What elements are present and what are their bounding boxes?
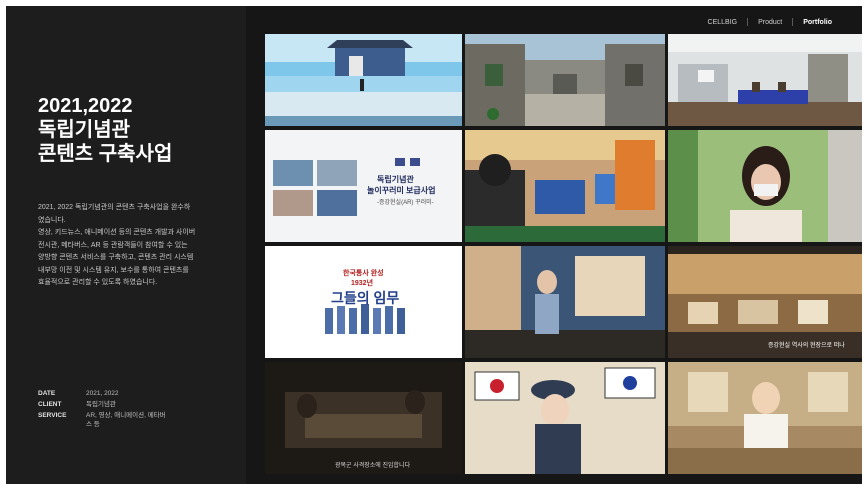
meta-row-date: DATE 2021, 2022 (38, 389, 166, 398)
description-line: 였습니다. (38, 216, 66, 224)
portfolio-slide: 2021,2022 독립기념관 콘텐츠 구축사업 2021, 2022 독립기념… (6, 6, 862, 484)
ar-kit-subtitle: -증강현실(AR) 꾸러미- (377, 200, 434, 206)
exhibition-caption: 증강현실 역사의 현장으로 떠나 (768, 343, 845, 349)
gallery-image-interview-girl[interactable] (668, 130, 862, 242)
ar-kit-title-2: 놀이꾸러미 보급사업 (367, 186, 436, 195)
nav-item-cellbig[interactable]: CELLBIG (698, 19, 748, 26)
meta-value: AR, 영상, 애니메이션, 메타버스 등 (86, 412, 166, 428)
gallery-image-metaverse-room[interactable] (668, 34, 862, 126)
description-line: 내부망 이전 및 시스템 유지, 보수를 통하여 콘텐츠를 (38, 266, 189, 274)
gallery-image-ar-kit-slide[interactable]: 독립기념관 놀이꾸러미 보급사업 -증강현실(AR) 꾸러미- (265, 130, 462, 242)
meeting-caption: 광복군 사격장소에 진입합니다 (335, 463, 411, 469)
project-info-panel: 2021,2022 독립기념관 콘텐츠 구축사업 2021, 2022 독립기념… (6, 6, 246, 484)
meta-row-service: SERVICE AR, 영상, 애니메이션, 메타버스 등 (38, 411, 166, 429)
project-meta: DATE 2021, 2022 CLIENT 독립기념관 SERVICE AR,… (38, 389, 166, 431)
project-title-line: 2021,2022 (38, 95, 133, 117)
meta-key: DATE (38, 390, 56, 397)
meta-value: 2021, 2022 (86, 390, 119, 397)
gallery-image-museum-presenter[interactable] (465, 246, 665, 358)
description-line: 2021, 2022 독립기념관의 콘텐츠 구축사업을 완수하 (38, 204, 191, 211)
gallery-image-metaverse-street[interactable] (465, 34, 665, 126)
meta-row-client: CLIENT 독립기념관 (38, 400, 166, 409)
nav-item-portfolio[interactable]: Portfolio (793, 19, 842, 26)
book-big-title: 그들의 임무 (331, 290, 400, 306)
description-line: 효율적으로 관리할 수 있도록 하였습니다. (38, 279, 158, 286)
gallery-image-illustration-portrait[interactable] (668, 362, 862, 474)
gallery-image-book-cover[interactable]: 한국통사 완성 1932년 그들의 임무 (265, 246, 462, 358)
gallery-image-illustration-flags[interactable] (465, 362, 665, 474)
gallery-image-metaverse-courtyard[interactable] (265, 34, 462, 126)
meta-key: CLIENT (38, 401, 62, 408)
top-nav: CELLBIG Product Portfolio (698, 18, 842, 26)
meta-value: 독립기념관 (86, 401, 116, 408)
ar-kit-title-1: 독립기념관 (377, 175, 414, 184)
project-title-line: 콘텐츠 구축사업 (38, 143, 173, 165)
description-line: 양방향 콘텐츠 서비스를 구축하고, 콘텐츠 관리 시스템 (38, 254, 194, 261)
gallery-panel: CELLBIG Product Portfolio 독립기념관 놀이꾸러미 보급… (246, 6, 862, 484)
gallery-image-kids-tablets[interactable] (465, 130, 665, 242)
nav-item-product[interactable]: Product (748, 19, 792, 26)
gallery-image-exhibition-hall[interactable]: 증강현실 역사의 현장으로 떠나 (668, 246, 862, 358)
description-line: 전시관, 메타버스, AR 등 관람객들이 참여할 수 있는 (38, 241, 188, 249)
meta-key: SERVICE (38, 412, 67, 419)
gallery-image-meeting-scene[interactable]: 광복군 사격장소에 진입합니다 (265, 362, 462, 474)
project-title: 2021,2022 독립기념관 콘텐츠 구축사업 (38, 94, 172, 166)
image-gallery: 독립기념관 놀이꾸러미 보급사업 -증강현실(AR) 꾸러미- 한국통사 완성 … (265, 34, 862, 474)
book-line-2: 1932년 (351, 280, 374, 287)
project-title-line: 독립기념관 (38, 119, 130, 141)
book-line-1: 한국통사 완성 (343, 270, 384, 277)
project-description: 2021, 2022 독립기념관의 콘텐츠 구축사업을 완수하 였습니다. 영상… (38, 202, 228, 290)
description-line: 영상, 키드뉴스, 애니메이션 등의 콘텐츠 개발과 사이버 (38, 229, 196, 236)
